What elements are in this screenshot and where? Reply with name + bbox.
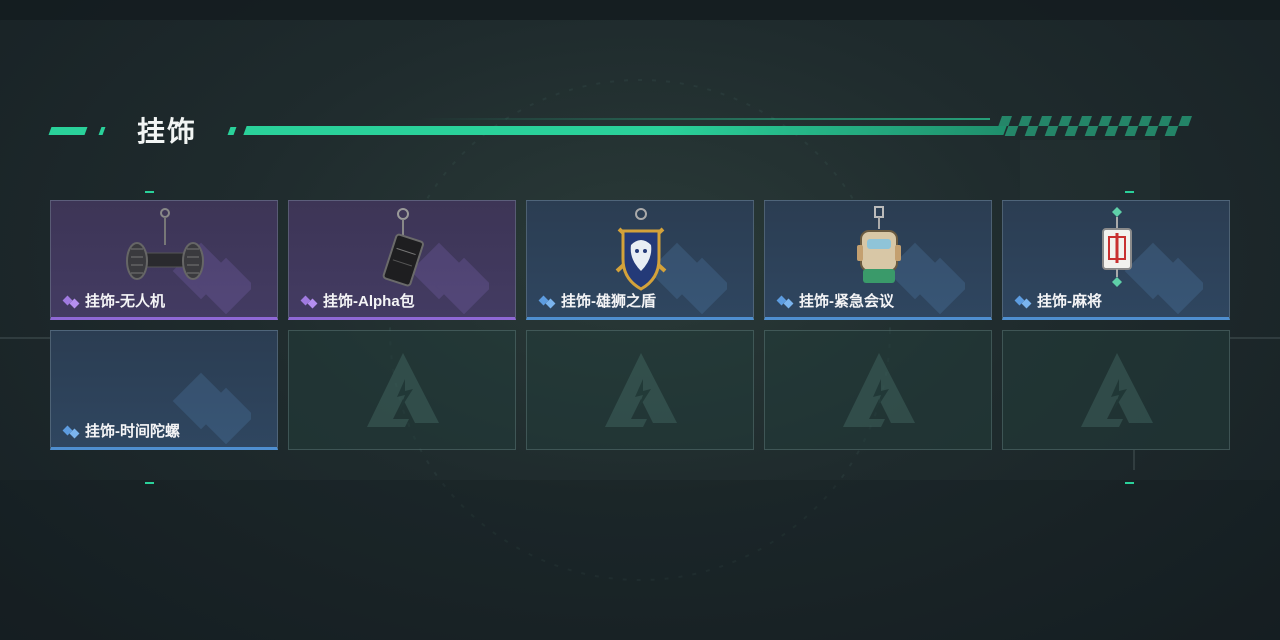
header-accent-bar: [243, 126, 1007, 135]
delta-logo-icon: [1081, 353, 1153, 427]
charm-card-time-top[interactable]: 挂饰-时间陀螺: [50, 330, 278, 450]
delta-logo-icon: [843, 353, 915, 427]
corner-tick: [1125, 482, 1134, 484]
header-accent-line: [420, 118, 990, 120]
charm-card-alpha-bag[interactable]: 挂饰-Alpha包: [288, 200, 516, 320]
empty-charm-slot[interactable]: [764, 330, 992, 450]
empty-charm-slot[interactable]: [526, 330, 754, 450]
rarity-diamond-icon: [538, 295, 556, 309]
charm-label: 挂饰-Alpha包: [323, 293, 415, 310]
charm-label: 挂饰-雄狮之盾: [561, 293, 656, 310]
empty-charm-slot[interactable]: [288, 330, 516, 450]
mahjong-charm-icon: [1102, 207, 1132, 287]
rarity-diamond-icon: [62, 425, 80, 439]
charm-card-lion-shield[interactable]: 挂饰-雄狮之盾: [526, 200, 754, 320]
charm-label: 挂饰-无人机: [85, 293, 165, 310]
alpha-bag-charm-icon: [382, 208, 424, 287]
charm-label: 挂饰-麻将: [1037, 293, 1102, 310]
emergency-meeting-charm-icon: [857, 206, 901, 283]
charm-label: 挂饰-紧急会议: [799, 293, 894, 310]
rarity-diamond-icon: [1014, 295, 1032, 309]
empty-charm-slot[interactable]: [1002, 330, 1230, 450]
section-title: 挂饰: [137, 116, 198, 147]
header-accent-dash: [48, 127, 88, 135]
rarity-diamond-icon: [776, 295, 794, 309]
delta-logo-icon: [367, 353, 439, 427]
corner-tick: [145, 482, 154, 484]
rarity-diamond-icon: [62, 295, 80, 309]
charm-card-drone[interactable]: 挂饰-无人机: [50, 200, 278, 320]
charm-label: 挂饰-时间陀螺: [85, 423, 180, 440]
charm-card-mahjong[interactable]: 挂饰-麻将: [1002, 200, 1230, 320]
lion-shield-charm-icon: [615, 208, 667, 291]
header-checker-pattern: [998, 116, 1192, 136]
corner-tick: [1125, 191, 1134, 193]
rarity-diamond-icon: [300, 295, 318, 309]
delta-logo-icon: [605, 353, 677, 427]
charm-grid: 挂饰-无人机 挂饰-Alpha包 挂饰-雄狮之盾 挂饰-紧急会议 挂饰-麻将 挂…: [50, 200, 1230, 450]
drone-charm-icon: [126, 208, 204, 280]
top-bar: [0, 0, 1280, 20]
charm-card-emergency-meeting[interactable]: 挂饰-紧急会议: [764, 200, 992, 320]
corner-tick: [145, 191, 154, 193]
